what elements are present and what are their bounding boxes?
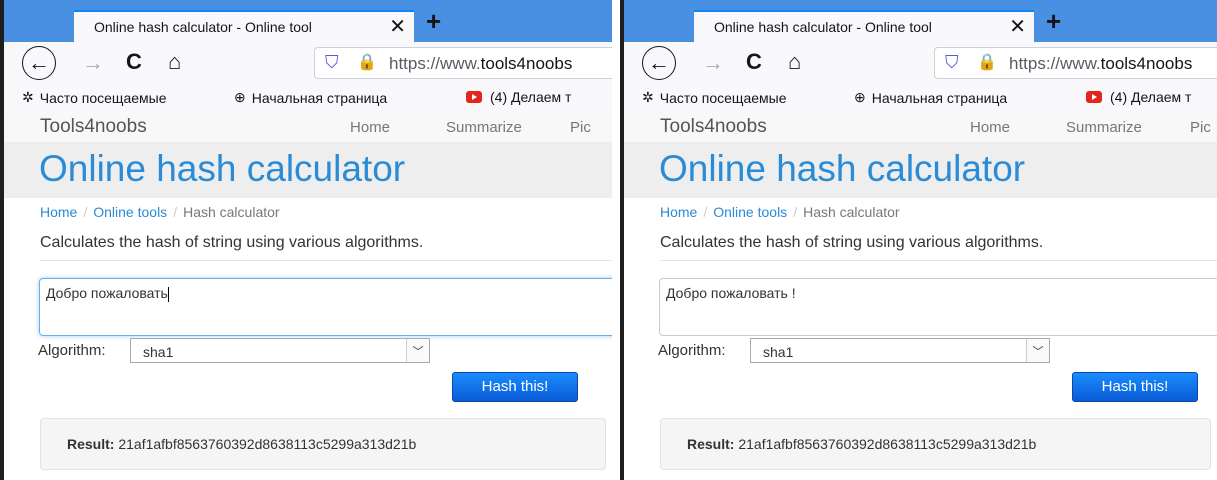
divider xyxy=(40,260,612,261)
reload-icon[interactable]: C xyxy=(746,49,762,75)
hash-button[interactable]: Hash this! xyxy=(452,372,578,402)
algorithm-value: sha1 xyxy=(143,344,174,360)
bookmark-start-page[interactable]: ⊕ Начальная страница xyxy=(234,89,387,106)
forward-arrow-icon[interactable]: → xyxy=(82,50,104,76)
algorithm-select[interactable]: sha1 ﹀ xyxy=(130,338,430,363)
nav-toolbar: ← → C ⌂ ⛉ 🔒 https://www.tools4noobs xyxy=(624,42,1217,85)
url-bar[interactable]: ⛉ 🔒 https://www.tools4noobs xyxy=(314,47,612,79)
browser-window-right: Online hash calculator - Online tool ✕ +… xyxy=(620,0,1217,480)
home-icon[interactable]: ⌂ xyxy=(788,49,801,75)
page-description: Calculates the hash of string using vari… xyxy=(660,234,1044,251)
bookmark-most-visited[interactable]: ✲ Часто посещаемые xyxy=(22,89,167,106)
breadcrumb-separator: / xyxy=(703,204,708,220)
result-value: 21af1afbf8563760392d8638113c5299a313d21b xyxy=(118,436,417,452)
breadcrumb-current: Hash calculator xyxy=(803,204,900,220)
site-navbar: Tools4noobs Home Summarize Pic xyxy=(4,112,612,143)
site-brand[interactable]: Tools4noobs xyxy=(660,116,767,138)
gear-icon: ✲ xyxy=(642,89,654,105)
hash-button[interactable]: Hash this! xyxy=(1072,372,1198,402)
tab-strip: Online hash calculator - Online tool ✕ + xyxy=(4,0,612,42)
nav-home[interactable]: Home xyxy=(350,119,390,136)
bookmark-start-page[interactable]: ⊕ Начальная страница xyxy=(854,89,1007,106)
breadcrumb-separator: / xyxy=(83,204,88,220)
close-tab-icon[interactable]: ✕ xyxy=(389,15,406,39)
string-input[interactable]: Добро пожаловать xyxy=(39,278,612,336)
breadcrumb-current: Hash calculator xyxy=(183,204,280,220)
globe-icon: ⊕ xyxy=(234,89,246,105)
tab-title: Online hash calculator - Online tool xyxy=(714,19,932,35)
bookmark-youtube[interactable]: (4) Делаем т xyxy=(466,89,571,105)
browser-window-left: Online hash calculator - Online tool ✕ +… xyxy=(0,0,612,480)
back-arrow-icon: ← xyxy=(28,50,50,75)
new-tab-button[interactable]: + xyxy=(1046,8,1061,34)
shield-icon[interactable]: ⛉ xyxy=(945,52,959,73)
chevron-down-icon[interactable]: ﹀ xyxy=(406,339,429,362)
breadcrumb-home[interactable]: Home xyxy=(660,204,697,220)
divider xyxy=(660,260,1217,261)
page-title: Online hash calculator xyxy=(659,148,1026,189)
page-header: Online hash calculator xyxy=(4,142,612,198)
bookmark-youtube[interactable]: (4) Делаем т xyxy=(1086,89,1191,105)
nav-summarize[interactable]: Summarize xyxy=(1066,119,1142,136)
chevron-down-icon[interactable]: ﹀ xyxy=(1026,339,1049,362)
bookmarks-bar: ✲ Часто посещаемые ⊕ Начальная страница (4… xyxy=(4,84,612,112)
page-title: Online hash calculator xyxy=(39,148,406,189)
string-input[interactable]: Добро пожаловать ! xyxy=(659,278,1217,336)
algorithm-label: Algorithm: xyxy=(38,342,106,359)
back-button[interactable]: ← xyxy=(642,46,676,80)
result-value: 21af1afbf8563760392d8638113c5299a313d21b xyxy=(738,436,1037,452)
breadcrumb-home[interactable]: Home xyxy=(40,204,77,220)
site-brand[interactable]: Tools4noobs xyxy=(40,116,147,138)
back-arrow-icon: ← xyxy=(648,50,670,75)
breadcrumb-separator: / xyxy=(173,204,178,220)
back-button[interactable]: ← xyxy=(22,46,56,80)
lock-icon[interactable]: 🔒 xyxy=(357,52,377,72)
reload-icon[interactable]: C xyxy=(126,49,142,75)
nav-summarize[interactable]: Summarize xyxy=(446,119,522,136)
url-text[interactable]: https://www.tools4noobs xyxy=(1009,54,1192,74)
forward-arrow-icon[interactable]: → xyxy=(702,50,724,76)
algorithm-value: sha1 xyxy=(763,344,794,360)
text-caret xyxy=(167,286,169,302)
bookmark-most-visited[interactable]: ✲ Часто посещаемые xyxy=(642,89,787,106)
nav-pic[interactable]: Pic xyxy=(1190,119,1211,136)
browser-tab[interactable]: Online hash calculator - Online tool ✕ xyxy=(694,10,1034,42)
site-navbar: Tools4noobs Home Summarize Pic xyxy=(624,112,1217,143)
shield-icon[interactable]: ⛉ xyxy=(325,52,339,73)
breadcrumb: Home / Online tools / Hash calculator xyxy=(660,204,900,220)
url-bar[interactable]: ⛉ 🔒 https://www.tools4noobs xyxy=(934,47,1217,79)
close-tab-icon[interactable]: ✕ xyxy=(1009,15,1026,39)
nav-toolbar: ← → C ⌂ ⛉ 🔒 https://www.tools4noobs xyxy=(4,42,612,85)
lock-icon[interactable]: 🔒 xyxy=(977,52,997,72)
algorithm-select[interactable]: sha1 ﹀ xyxy=(750,338,1050,363)
page-description: Calculates the hash of string using vari… xyxy=(40,234,424,251)
new-tab-button[interactable]: + xyxy=(426,8,441,34)
result-label: Result: xyxy=(67,436,115,452)
url-text[interactable]: https://www.tools4noobs xyxy=(389,54,572,74)
nav-home[interactable]: Home xyxy=(970,119,1010,136)
tab-strip: Online hash calculator - Online tool ✕ + xyxy=(624,0,1217,42)
bookmarks-bar: ✲ Часто посещаемые ⊕ Начальная страница (4… xyxy=(624,84,1217,112)
youtube-icon xyxy=(1086,91,1102,103)
algorithm-label: Algorithm: xyxy=(658,342,726,359)
home-icon[interactable]: ⌂ xyxy=(168,49,181,75)
result-label: Result: xyxy=(687,436,735,452)
browser-tab[interactable]: Online hash calculator - Online tool ✕ xyxy=(74,10,414,42)
result-panel: Result: 21af1afbf8563760392d8638113c5299… xyxy=(40,418,606,470)
result-panel: Result: 21af1afbf8563760392d8638113c5299… xyxy=(660,418,1211,470)
page-header: Online hash calculator xyxy=(624,142,1217,198)
breadcrumb-online-tools[interactable]: Online tools xyxy=(93,204,167,220)
breadcrumb-online-tools[interactable]: Online tools xyxy=(713,204,787,220)
nav-pic[interactable]: Pic xyxy=(570,119,591,136)
breadcrumb: Home / Online tools / Hash calculator xyxy=(40,204,280,220)
tab-title: Online hash calculator - Online tool xyxy=(94,19,312,35)
youtube-icon xyxy=(466,91,482,103)
gear-icon: ✲ xyxy=(22,89,34,105)
globe-icon: ⊕ xyxy=(854,89,866,105)
breadcrumb-separator: / xyxy=(793,204,798,220)
